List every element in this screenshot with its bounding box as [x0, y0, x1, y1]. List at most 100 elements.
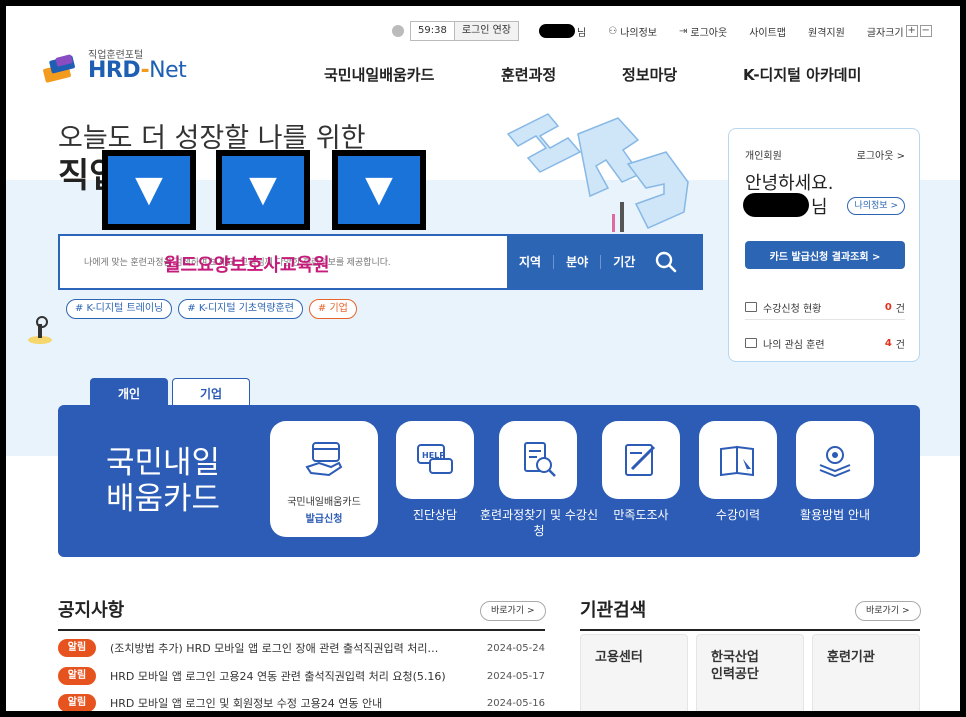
remote-support-link[interactable]: 원격지원 [808, 24, 845, 39]
survey-pen-icon [625, 444, 656, 476]
interest-course-label: 나의 관심 훈련 [763, 339, 825, 351]
hrd-3d-illustration-icon [506, 113, 689, 232]
card-title-line-1: 국민내일 [106, 445, 221, 481]
notice-title: (조치방법 추가) HRD 모바일 앱 로그인 장애 관련 출석직권입력 처리… [110, 642, 439, 655]
name-suffix: 님 [577, 27, 587, 39]
nav-item-info[interactable]: 정보마당 [622, 64, 677, 85]
tag-kdigital-training[interactable]: # K-디지털 트레이닝 [66, 299, 173, 319]
panel-my-info-button[interactable]: 나의정보 > [847, 197, 905, 215]
tag-kdigital-basic[interactable]: # K-디지털 기초역량훈련 [178, 299, 303, 319]
gear-stack-icon [819, 446, 851, 478]
logout-link[interactable]: ⇥ 로그아웃 [679, 24, 727, 39]
tag-company[interactable]: # 기업 [308, 299, 357, 319]
tile-guide-label: 활용방법 안내 [799, 508, 871, 522]
notice-item[interactable]: 알림 HRD 모바일 앱 로그인 및 회원정보 수정 고용24 연동 안내 20… [58, 693, 545, 711]
filter-field[interactable]: 분야 [554, 255, 602, 269]
greeting-text: 안녕하세요. [745, 173, 834, 194]
document-search-icon [524, 442, 556, 477]
inst-hrdk[interactable]: 한국산업 인력공단 [696, 634, 804, 711]
nav-item-kdigital[interactable]: K-디지털 아카데미 [743, 64, 861, 85]
tile-diagnosis-label: 진단상담 [412, 508, 458, 522]
tile-guide[interactable] [796, 421, 874, 499]
font-size-control: 글자크기 + − [867, 24, 932, 39]
session-timer: 59:38 [410, 21, 455, 41]
search-icon[interactable] [655, 251, 677, 273]
extend-login-button[interactable]: 로그인 연장 [454, 21, 520, 41]
notice-item[interactable]: 알림 (조치방법 추가) HRD 모바일 앱 로그인 장애 관련 출석직권입력 … [58, 638, 545, 658]
page: 59:38 로그인 연장 님 ⚇ 나의정보 ⇥ 로그아웃 사이트맵 원격지원 글… [6, 6, 960, 711]
user-greeting: 님 [539, 24, 586, 39]
notices-divider [58, 629, 545, 631]
my-info-label: 나의정보 [620, 27, 657, 39]
institutions-divider [580, 629, 920, 631]
help-bubble-icon: HELP [417, 444, 453, 474]
tile-history[interactable] [699, 421, 777, 499]
learning-card-section: 국민내일 배움카드 국민내일배움카드 발급신청 HELP 진단상담 훈련과정찾기… [58, 405, 920, 557]
institutions-title: 기관검색 [580, 600, 647, 621]
notices-goto-button[interactable]: 바로가기 > [480, 601, 546, 621]
notice-badge: 알림 [58, 694, 96, 711]
clock-icon [392, 25, 404, 37]
book-cursor-icon [720, 445, 754, 477]
search-filters: 지역 분야 기간 [507, 236, 701, 288]
logout-label: 로그아웃 [690, 27, 728, 39]
font-increase-button[interactable]: + [905, 25, 918, 37]
play-marker-1[interactable]: ▼ [102, 150, 196, 230]
tile-diagnosis[interactable]: HELP [396, 421, 474, 499]
sitemap-link[interactable]: 사이트맵 [749, 24, 786, 39]
monitor-icon [745, 302, 757, 312]
member-type-label: 개인회원 [745, 151, 782, 162]
inst-label: 고용센터 [595, 650, 643, 665]
course-search: 월드요양보호사교육원 지역 분야 기간 [58, 234, 703, 290]
notice-item[interactable]: 알림 HRD 모바일 앱 로그인 고용24 연동 관련 출석직권입력 처리 요청… [58, 666, 545, 686]
enrollment-status-unit: 건 [895, 303, 905, 315]
tab-personal[interactable]: 개인 [90, 378, 168, 408]
interest-course-row[interactable]: 나의 관심 훈련 4건 [745, 335, 905, 351]
enrollment-status-label: 수강신청 현황 [763, 303, 822, 315]
redacted-member-name [743, 193, 809, 217]
card-title-line-2: 배움카드 [106, 481, 221, 517]
person-icon: ⚇ [608, 25, 618, 37]
play-marker-2[interactable]: ▼ [216, 150, 310, 230]
card-apply-tile[interactable]: 국민내일배움카드 발급신청 [270, 421, 378, 537]
nav-item-courses[interactable]: 훈련과정 [501, 64, 556, 85]
interest-course-unit: 건 [895, 339, 905, 351]
member-panel: 개인회원 로그아웃 > 안녕하세요. 님 나의정보 > 카드 발급신청 결과조회… [728, 128, 920, 362]
tile-course-search[interactable] [499, 421, 577, 499]
hashtag-list: # K-디지털 트레이닝 # K-디지털 기초역량훈련 # 기업 [66, 299, 357, 319]
notice-badge: 알림 [58, 639, 96, 657]
card-section-title: 국민내일 배움카드 [106, 445, 220, 517]
font-size-label: 글자크기 [866, 27, 904, 39]
panel-divider [745, 319, 905, 320]
font-decrease-button[interactable]: − [919, 25, 932, 37]
utility-bar: 59:38 로그인 연장 님 ⚇ 나의정보 ⇥ 로그아웃 사이트맵 원격지원 글… [392, 20, 932, 42]
inst-label: 한국산업 인력공단 [711, 650, 759, 682]
enrollment-status-row[interactable]: 수강신청 현황 0건 [745, 299, 905, 315]
calendar-icon [745, 338, 757, 348]
interest-course-count: 4 [884, 337, 892, 349]
card-hand-icon [305, 442, 343, 477]
play-marker-3[interactable]: ▼ [332, 150, 426, 230]
notice-title: HRD 모바일 앱 로그인 고용24 연동 관련 출석직권입력 처리 요청(5.… [110, 670, 446, 683]
nav-item-card[interactable]: 국민내일배움카드 [324, 64, 434, 85]
inst-employment-center[interactable]: 고용센터 [580, 634, 688, 711]
card-apply-line-1: 국민내일배움카드 [287, 497, 361, 508]
notice-badge: 알림 [58, 667, 96, 685]
notice-title: HRD 모바일 앱 로그인 및 회원정보 수정 고용24 연동 안내 [110, 697, 383, 710]
panel-logout-link[interactable]: 로그아웃 > [857, 147, 905, 162]
institutions-goto-button[interactable]: 바로가기 > [855, 601, 921, 621]
logout-icon: ⇥ [679, 25, 688, 37]
tab-company[interactable]: 기업 [172, 378, 250, 408]
redacted-username [539, 24, 576, 38]
filter-region[interactable]: 지역 [507, 255, 555, 269]
notices-title: 공지사항 [58, 600, 125, 621]
tile-survey[interactable] [602, 421, 680, 499]
chatbot-icon[interactable] [26, 314, 56, 346]
my-info-link[interactable]: ⚇ 나의정보 [608, 24, 657, 39]
notice-date: 2024-05-24 [486, 642, 545, 654]
play-triangle-icon: ▼ [365, 169, 393, 210]
notice-date: 2024-05-16 [486, 697, 545, 709]
inst-training-org[interactable]: 훈련기관 [812, 634, 920, 711]
card-result-button[interactable]: 카드 발급신청 결과조회 > [745, 241, 905, 269]
filter-period[interactable]: 기간 [601, 255, 647, 269]
